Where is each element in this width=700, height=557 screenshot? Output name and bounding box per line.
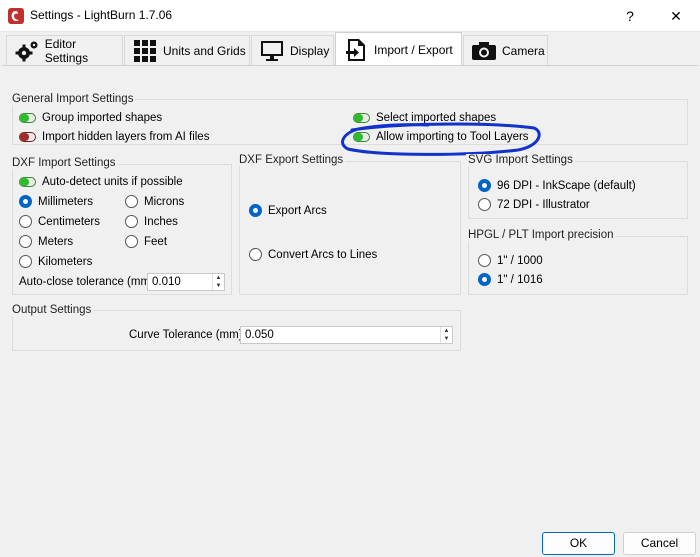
tab-label: Display bbox=[290, 44, 330, 58]
group-imported-shapes-toggle[interactable]: Group imported shapes bbox=[19, 112, 162, 124]
tab-bar: Editor Settings Units and Grids Display bbox=[0, 32, 700, 66]
radio-label: Meters bbox=[38, 235, 74, 248]
radio-1000[interactable]: 1" / 1000 bbox=[478, 254, 543, 267]
tab-units-and-grids[interactable]: Units and Grids bbox=[124, 35, 250, 66]
radio-button[interactable] bbox=[19, 255, 32, 268]
radio-label: Convert Arcs to Lines bbox=[268, 248, 378, 261]
spinbox-value: 0.010 bbox=[152, 276, 181, 288]
hpgl-title: HPGL / PLT Import precision bbox=[466, 229, 616, 241]
toggle-switch[interactable] bbox=[19, 177, 36, 187]
radio-button[interactable] bbox=[478, 179, 491, 192]
radio-label: Feet bbox=[144, 235, 168, 248]
radio-button[interactable] bbox=[19, 235, 32, 248]
output-title: Output Settings bbox=[10, 304, 94, 316]
cancel-button[interactable]: Cancel bbox=[623, 532, 696, 555]
radio-label: Kilometers bbox=[38, 255, 93, 268]
toggle-switch[interactable] bbox=[353, 132, 370, 142]
toggle-switch[interactable] bbox=[19, 132, 36, 142]
radio-feet[interactable]: Feet bbox=[125, 235, 167, 248]
tab-label: Import / Export bbox=[374, 42, 453, 57]
dxf-export-group bbox=[239, 161, 461, 295]
camera-icon bbox=[470, 38, 498, 64]
help-button[interactable]: ? bbox=[620, 6, 640, 26]
radio-label: Inches bbox=[144, 215, 178, 228]
toggle-label: Auto-detect units if possible bbox=[42, 176, 183, 188]
radio-button[interactable] bbox=[478, 254, 491, 267]
toggle-label: Select imported shapes bbox=[376, 112, 497, 124]
close-button[interactable]: ✕ bbox=[666, 6, 686, 26]
radio-kilometers[interactable]: Kilometers bbox=[19, 255, 92, 268]
radio-label: Microns bbox=[144, 195, 185, 208]
radio-button[interactable] bbox=[478, 198, 491, 211]
auto-close-tolerance-label: Auto-close tolerance (mm) bbox=[19, 276, 154, 288]
toggle-switch[interactable] bbox=[19, 113, 36, 123]
gears-icon bbox=[13, 38, 41, 64]
auto-detect-units-toggle[interactable]: Auto-detect units if possible bbox=[19, 176, 183, 188]
tab-label: Units and Grids bbox=[163, 44, 246, 58]
tab-camera[interactable]: Camera bbox=[463, 35, 548, 66]
toggle-label: Import hidden layers from AI files bbox=[42, 131, 210, 143]
spinbox-arrows-icon[interactable]: ▲ ▼ bbox=[440, 327, 452, 343]
radio-export-arcs[interactable]: Export Arcs bbox=[249, 204, 327, 217]
toggle-label: Allow importing to Tool Layers bbox=[376, 131, 529, 143]
lightburn-logo-icon bbox=[8, 8, 24, 24]
ok-button[interactable]: OK bbox=[542, 532, 615, 555]
window-title: Settings - LightBurn 1.7.06 bbox=[30, 8, 173, 22]
radio-button[interactable] bbox=[125, 195, 138, 208]
curve-tolerance-spinbox[interactable]: 0.050 ▲ ▼ bbox=[240, 326, 453, 344]
radio-inches[interactable]: Inches bbox=[125, 215, 178, 228]
radio-label: Export Arcs bbox=[268, 204, 327, 217]
general-import-title: General Import Settings bbox=[10, 93, 136, 105]
tab-label: Editor Settings bbox=[44, 37, 89, 65]
tab-editor-settings[interactable]: Editor Settings bbox=[6, 35, 123, 66]
dxf-import-title: DXF Import Settings bbox=[10, 157, 118, 169]
radio-convert-arcs[interactable]: Convert Arcs to Lines bbox=[249, 248, 377, 261]
grid-icon bbox=[131, 38, 159, 64]
radio-96-dpi[interactable]: 96 DPI - InkScape (default) bbox=[478, 179, 636, 192]
title-bar: Settings - LightBurn 1.7.06 ? ✕ bbox=[0, 0, 700, 32]
spinbox-value: 0.050 bbox=[245, 329, 274, 341]
radio-meters[interactable]: Meters bbox=[19, 235, 73, 248]
radio-centimeters[interactable]: Centimeters bbox=[19, 215, 100, 228]
radio-millimeters[interactable]: Millimeters bbox=[19, 195, 93, 208]
radio-72-dpi[interactable]: 72 DPI - Illustrator bbox=[478, 198, 590, 211]
radio-label: 72 DPI - Illustrator bbox=[497, 198, 590, 211]
monitor-icon bbox=[258, 38, 286, 64]
radio-button[interactable] bbox=[249, 248, 262, 261]
toggle-label: Group imported shapes bbox=[42, 112, 163, 124]
radio-label: 1" / 1016 bbox=[497, 273, 543, 286]
curve-tolerance-label: Curve Tolerance (mm) bbox=[129, 329, 243, 341]
radio-label: Millimeters bbox=[38, 195, 93, 208]
toggle-switch[interactable] bbox=[353, 113, 370, 123]
import-hidden-layers-toggle[interactable]: Import hidden layers from AI files bbox=[19, 131, 209, 143]
radio-button[interactable] bbox=[19, 215, 32, 228]
tab-display[interactable]: Display bbox=[251, 35, 334, 66]
tab-import-export[interactable]: Import / Export bbox=[335, 32, 462, 66]
auto-close-tolerance-spinbox[interactable]: 0.010 ▲ ▼ bbox=[147, 273, 225, 291]
radio-label: 96 DPI - InkScape (default) bbox=[497, 179, 636, 192]
radio-label: Centimeters bbox=[38, 215, 100, 228]
svg-import-title: SVG Import Settings bbox=[466, 154, 575, 166]
radio-1016[interactable]: 1" / 1016 bbox=[478, 273, 543, 286]
tab-label: Camera bbox=[502, 44, 545, 58]
radio-button[interactable] bbox=[249, 204, 262, 217]
dxf-export-title: DXF Export Settings bbox=[237, 154, 346, 166]
select-imported-shapes-toggle[interactable]: Select imported shapes bbox=[353, 112, 496, 124]
radio-button[interactable] bbox=[125, 215, 138, 228]
spinbox-arrows-icon[interactable]: ▲ ▼ bbox=[212, 274, 224, 290]
radio-button[interactable] bbox=[125, 235, 138, 248]
radio-microns[interactable]: Microns bbox=[125, 195, 184, 208]
radio-button[interactable] bbox=[478, 273, 491, 286]
allow-tool-layers-toggle[interactable]: Allow importing to Tool Layers bbox=[353, 131, 529, 143]
import-export-icon bbox=[342, 37, 370, 63]
radio-button[interactable] bbox=[19, 195, 32, 208]
radio-label: 1" / 1000 bbox=[497, 254, 543, 267]
